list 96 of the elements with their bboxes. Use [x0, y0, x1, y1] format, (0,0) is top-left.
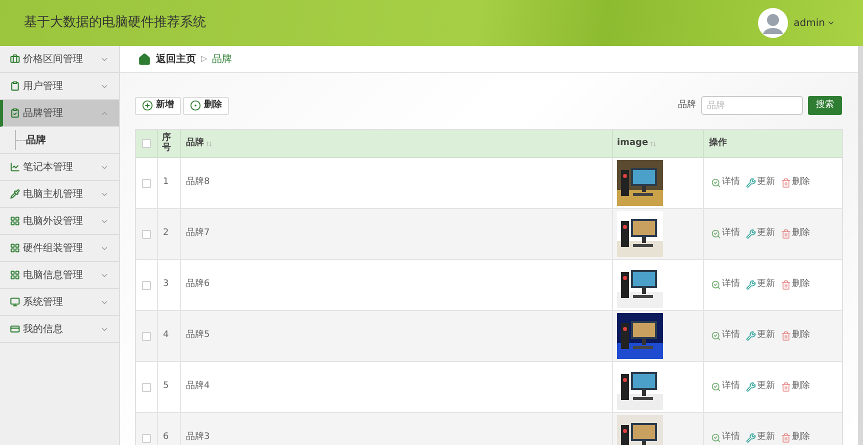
sidebar-item[interactable]: 电脑主机管理	[0, 181, 119, 208]
add-button[interactable]: 新增	[135, 96, 181, 114]
checkbox[interactable]	[142, 332, 151, 340]
trash-icon	[781, 433, 791, 443]
wrench-icon	[746, 433, 756, 443]
update-link[interactable]: 更新	[746, 431, 775, 445]
grid-icon	[10, 216, 20, 226]
magnifier-icon	[711, 382, 721, 392]
table-cell-text: 品牌7	[186, 227, 210, 240]
clipboard-icon	[10, 81, 20, 91]
sidebar-subitem[interactable]: 品牌	[26, 132, 46, 148]
delete-button[interactable]: 删除	[183, 96, 229, 114]
sidebar-item[interactable]: 品牌管理	[0, 100, 119, 127]
plus-icon	[142, 100, 153, 111]
table-cell-text: 品牌8	[186, 176, 210, 190]
wrench-icon	[746, 382, 756, 392]
delete-link[interactable]: 删除	[781, 227, 810, 241]
trash-icon	[781, 280, 791, 290]
trash-icon	[781, 178, 791, 188]
app-title: 基于大数据的电脑硬件推荐系统	[24, 14, 206, 32]
home-link[interactable]: 返回主页	[156, 52, 196, 66]
update-link[interactable]: 更新	[746, 227, 775, 241]
checkbox[interactable]	[142, 382, 151, 392]
delete-link[interactable]: 删除	[781, 278, 810, 292]
trash-icon	[781, 382, 791, 392]
chart-icon	[10, 162, 20, 172]
detail-link[interactable]: 详情	[711, 380, 740, 394]
checkbox[interactable]	[142, 434, 151, 442]
update-link[interactable]: 更新	[746, 380, 775, 394]
column-header[interactable]: image	[617, 136, 648, 150]
detail-link[interactable]: 详情	[711, 431, 740, 445]
sort-icon[interactable]	[206, 140, 212, 146]
sidebar-item[interactable]: 我的信息	[0, 316, 119, 343]
table-cell-text: 品牌4	[186, 380, 210, 394]
sidebar-item[interactable]: 笔记本管理	[0, 154, 119, 181]
update-link[interactable]: 更新	[746, 176, 775, 190]
pin-icon	[10, 189, 20, 199]
sidebar-item[interactable]: 电脑信息管理	[0, 262, 119, 289]
sidebar-item[interactable]: 电脑外设管理	[0, 208, 119, 235]
wrench-icon	[746, 280, 756, 290]
delete-link[interactable]: 删除	[781, 431, 810, 445]
column-header: 序号	[162, 134, 172, 154]
delete-link[interactable]: 删除	[781, 176, 810, 190]
detail-link[interactable]: 详情	[711, 329, 740, 343]
table-cell-text: 品牌3	[186, 431, 210, 444]
checkbox[interactable]	[142, 280, 151, 290]
card-icon	[10, 324, 20, 334]
clipboard-check-icon	[10, 108, 20, 118]
search-label: 品牌	[678, 98, 696, 112]
update-link[interactable]: 更新	[746, 329, 775, 343]
checkbox[interactable]	[142, 230, 151, 238]
detail-link[interactable]: 详情	[711, 278, 740, 292]
column-header[interactable]: 品牌	[186, 136, 204, 150]
checkbox[interactable]	[142, 139, 151, 148]
table-cell-text: 6	[163, 431, 169, 444]
wrench-icon	[746, 178, 756, 188]
table-cell-text: 4	[163, 329, 169, 342]
monitor-icon	[10, 297, 20, 307]
detail-link[interactable]: 详情	[711, 176, 740, 190]
sidebar-item[interactable]: 硬件组装管理	[0, 235, 119, 262]
search-button[interactable]: 搜索	[808, 96, 842, 115]
delete-link[interactable]: 删除	[781, 329, 810, 343]
sort-icon[interactable]	[650, 140, 656, 146]
home-icon	[138, 52, 151, 66]
table-cell-text: 1	[163, 176, 169, 190]
magnifier-icon	[711, 280, 721, 290]
dot-icon	[190, 100, 201, 111]
breadcrumb-current: 品牌	[212, 52, 232, 66]
checkbox[interactable]	[142, 178, 151, 188]
wrench-icon	[746, 331, 756, 341]
trash-icon	[781, 229, 791, 239]
wrench-icon	[746, 229, 756, 239]
magnifier-icon	[711, 433, 721, 443]
magnifier-icon	[711, 331, 721, 341]
table-cell-text: 品牌6	[186, 278, 210, 292]
trash-icon	[781, 331, 791, 341]
user-menu[interactable]: admin	[794, 16, 835, 30]
briefcase-icon	[10, 54, 20, 64]
update-link[interactable]: 更新	[746, 278, 775, 292]
grid-icon	[10, 270, 20, 280]
detail-link[interactable]: 详情	[711, 227, 740, 241]
delete-link[interactable]: 删除	[781, 380, 810, 394]
table-cell-text: 2	[163, 227, 169, 240]
grid-icon	[10, 243, 20, 253]
sidebar-item[interactable]: 系统管理	[0, 289, 119, 316]
search-field[interactable]: 品牌	[701, 96, 803, 115]
breadcrumb-separator: ▷	[201, 53, 208, 65]
magnifier-icon	[711, 229, 721, 239]
avatar-icon	[758, 8, 788, 38]
table-cell-text: 品牌5	[186, 329, 210, 342]
sidebar-item[interactable]: 价格区间管理	[0, 46, 119, 73]
caret-icon	[827, 19, 835, 27]
column-header: 操作	[709, 136, 727, 150]
table-cell-text: 5	[163, 380, 169, 394]
table-cell-text: 3	[163, 278, 169, 292]
magnifier-icon	[711, 178, 721, 188]
